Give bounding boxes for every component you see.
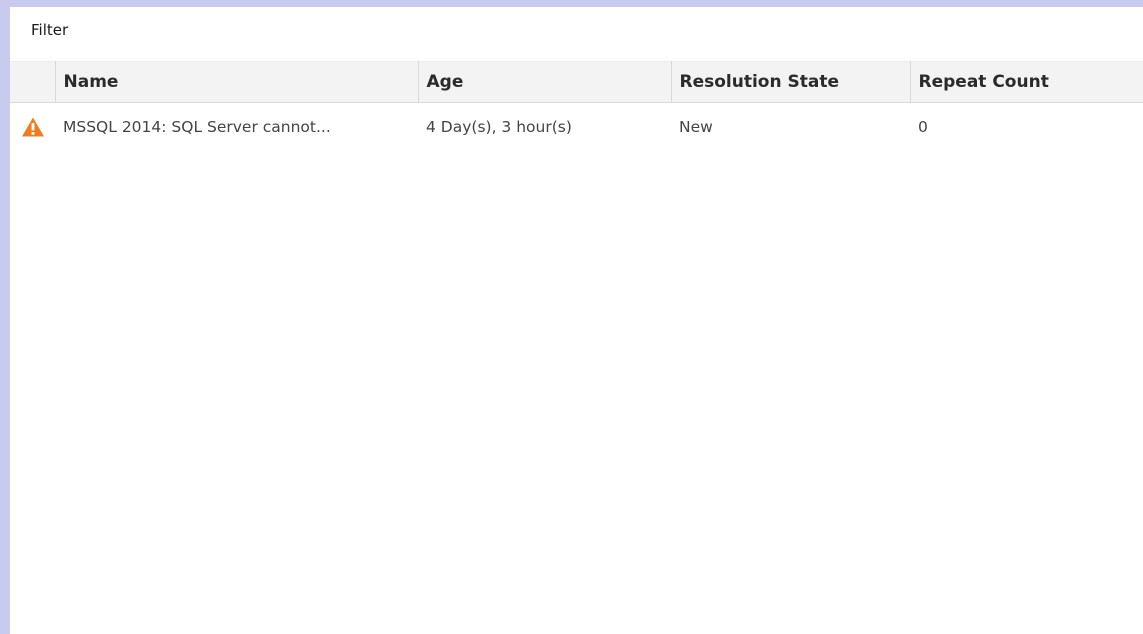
column-header-name[interactable]: Name	[55, 61, 419, 103]
severity-cell	[10, 103, 55, 152]
warning-icon	[21, 117, 44, 137]
column-header-repeat-count[interactable]: Repeat Count	[910, 61, 1143, 103]
column-header-age[interactable]: Age	[418, 61, 672, 103]
column-header-resolution-state[interactable]: Resolution State	[671, 61, 911, 103]
cell-name: MSSQL 2014: SQL Server cannot...	[63, 118, 331, 136]
cell-age: 4 Day(s), 3 hour(s)	[426, 118, 572, 136]
filter-button[interactable]: Filter	[31, 21, 68, 39]
alerts-grid: Name Age Resolution State Repeat Count M…	[10, 61, 1143, 151]
cell-repeat-count: 0	[918, 118, 928, 136]
table-row[interactable]: MSSQL 2014: SQL Server cannot... 4 Day(s…	[10, 103, 1143, 152]
grid-header-row: Name Age Resolution State Repeat Count	[10, 61, 1143, 103]
cell-resolution-state: New	[679, 118, 713, 136]
column-header-severity[interactable]	[10, 61, 56, 103]
alerts-panel: Filter Name Age Resolution State Repeat …	[10, 7, 1143, 634]
toolbar: Filter	[10, 7, 1143, 61]
